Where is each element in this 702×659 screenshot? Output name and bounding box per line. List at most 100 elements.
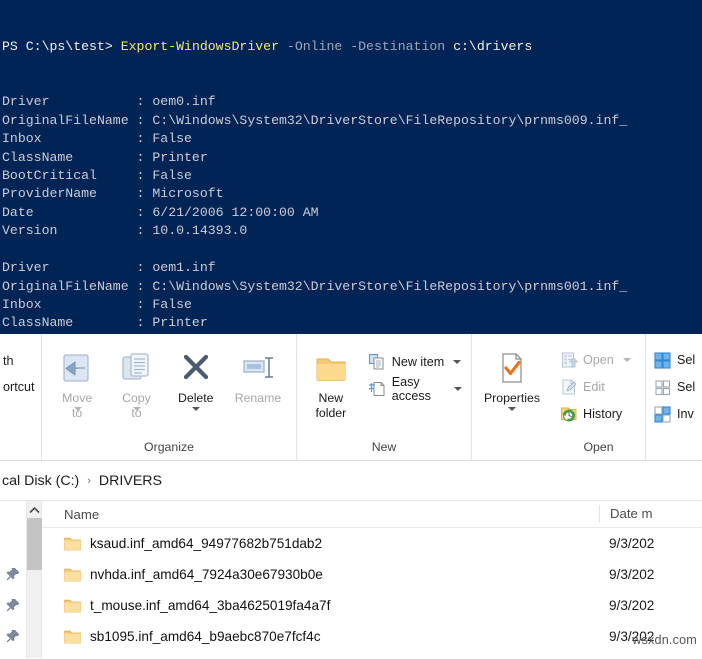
select-none-button[interactable]: Sel	[650, 375, 698, 399]
console-line	[2, 241, 702, 259]
console-line: ClassName : Printer	[2, 149, 702, 167]
file-name-cell[interactable]: t_mouse.inf_amd64_3ba4625019fa4a7f	[42, 598, 599, 613]
properties-label: Properties	[484, 391, 540, 405]
console-line	[2, 56, 702, 74]
paste-shortcut-label: ortcut	[3, 380, 35, 394]
ribbon-group-label-open: Open	[552, 438, 645, 460]
console-token-out: OriginalFileName : C:\Windows\System32\D…	[2, 113, 627, 128]
address-bar[interactable]: cal Disk (C:) › DRIVERS	[0, 461, 702, 501]
console-token-out: Driver : oem0.inf	[2, 94, 216, 109]
console-token-out: ProviderName : Microsoft	[2, 186, 224, 201]
copy-to-chevron-down-icon[interactable]	[133, 407, 141, 411]
console-line: Version : 10.0.14393.0	[2, 222, 702, 240]
ribbon-group-organize: Move to	[42, 334, 297, 460]
console-token-out: Driver : oem1.inf	[2, 260, 216, 275]
navigation-pane[interactable]	[0, 501, 26, 658]
console-output: PS C:\ps\test> Export-WindowsDriver -Onl…	[0, 37, 702, 334]
table-row[interactable]: sb1095.inf_amd64_b9aebc870e7fcf4c9/3/202	[42, 621, 702, 652]
console-token-white: PS C:\ps\test>	[2, 39, 121, 54]
delete-icon	[176, 346, 216, 390]
navigation-scrollbar[interactable]	[26, 501, 42, 658]
history-label: History	[583, 407, 622, 421]
table-row[interactable]: t_mouse.inf_amd64_3ba4625019fa4a7f9/3/20…	[42, 590, 702, 621]
file-name-cell[interactable]: sb1095.inf_amd64_b9aebc870e7fcf4c	[42, 629, 599, 644]
select-none-icon	[653, 378, 672, 397]
ribbon-group-clipboard: th ortcut	[0, 334, 42, 460]
select-all-button[interactable]: Sel	[650, 348, 698, 372]
explorer-content: Name Date m ksaud.inf_amd64_94977682b751…	[0, 501, 702, 658]
open-label: Open	[583, 353, 614, 367]
copy-path-button[interactable]: th	[0, 348, 41, 374]
scroll-up-icon[interactable]	[27, 501, 41, 518]
file-date-cell: 9/3/202	[599, 536, 702, 551]
properties-button[interactable]: Properties	[478, 342, 546, 411]
move-to-chevron-down-icon[interactable]	[74, 407, 82, 411]
console-line: OriginalFileName : C:\Windows\System32\D…	[2, 278, 702, 296]
breadcrumb-item-drive[interactable]: cal Disk (C:)	[0, 473, 81, 489]
table-row[interactable]: ksaud.inf_amd64_94977682b751dab2 9/3/202	[42, 528, 702, 559]
easy-access-button[interactable]: Easy access	[365, 377, 465, 401]
column-header-name[interactable]: Name	[42, 507, 599, 522]
file-name-label: ksaud.inf_amd64_94977682b751dab2	[90, 536, 322, 551]
console-token-out: OriginalFileName : C:\Windows\System32\D…	[2, 279, 627, 294]
file-name-cell[interactable]: nvhda.inf_amd64_7924a30e67930b0e	[42, 567, 599, 582]
new-item-button[interactable]: New item	[365, 350, 465, 374]
delete-label: Delete	[178, 391, 214, 405]
delete-button[interactable]: Delete	[167, 342, 225, 411]
console-token-white: c:\drivers	[453, 39, 532, 54]
file-name-cell[interactable]: ksaud.inf_amd64_94977682b751dab2	[42, 536, 599, 551]
easy-access-label: Easy access	[392, 375, 445, 403]
pin-icon[interactable]	[6, 629, 20, 643]
file-rows: ksaud.inf_amd64_94977682b751dab2 9/3/202 n…	[42, 528, 702, 652]
console-line	[2, 75, 702, 93]
select-none-label: Sel	[677, 380, 695, 394]
delete-chevron-down-icon[interactable]	[192, 407, 200, 411]
invert-selection-label: Inv	[677, 407, 694, 421]
folder-icon	[64, 630, 81, 644]
invert-selection-icon	[653, 405, 672, 424]
history-button[interactable]: History	[556, 402, 634, 426]
rename-button[interactable]: Rename	[226, 342, 290, 405]
open-chevron-down-icon[interactable]	[623, 358, 631, 362]
move-to-button[interactable]: Move to	[48, 342, 106, 411]
easy-access-chevron-down-icon[interactable]	[454, 387, 462, 391]
folder-icon	[64, 599, 81, 613]
console-token-out: ClassName : Printer	[2, 315, 208, 330]
scrollbar-thumb[interactable]	[27, 518, 43, 570]
copy-to-button[interactable]: Copy to	[107, 342, 165, 411]
breadcrumb-separator-icon: ›	[81, 475, 97, 487]
console-line: Inbox : False	[2, 296, 702, 314]
pin-icon[interactable]	[6, 598, 20, 612]
select-all-label: Sel	[677, 353, 695, 367]
new-item-chevron-down-icon[interactable]	[453, 360, 461, 364]
invert-selection-button[interactable]: Inv	[650, 402, 698, 426]
file-explorer-window: th ortcut M	[0, 334, 702, 659]
rename-icon	[236, 346, 280, 390]
move-to-icon	[57, 346, 97, 390]
edit-label: Edit	[583, 380, 605, 394]
file-name-label: nvhda.inf_amd64_7924a30e67930b0e	[90, 567, 323, 582]
ribbon-group-label-new: New	[297, 438, 471, 460]
console-line: BootCritical : False	[2, 167, 702, 185]
powershell-console[interactable]: PS C:\ps\test> Export-WindowsDriver -Onl…	[0, 0, 702, 334]
edit-button[interactable]: Edit	[556, 375, 634, 399]
history-icon	[559, 405, 578, 424]
console-line: Date : 6/21/2006 12:00:00 AM	[2, 204, 702, 222]
new-folder-button[interactable]: New folder	[307, 342, 355, 420]
paste-shortcut-button[interactable]: ortcut	[0, 374, 41, 400]
select-all-icon	[653, 351, 672, 370]
open-button[interactable]: Open	[556, 348, 634, 372]
properties-chevron-down-icon[interactable]	[508, 407, 516, 411]
move-to-label: Move	[62, 391, 92, 405]
rename-label: Rename	[235, 391, 281, 405]
properties-icon	[492, 346, 532, 390]
column-header-date-modified[interactable]: Date m	[599, 505, 702, 523]
breadcrumb-item-drivers[interactable]: DRIVERS	[97, 473, 164, 489]
table-row[interactable]: nvhda.inf_amd64_7924a30e67930b0e9/3/202	[42, 559, 702, 590]
pin-icon[interactable]	[6, 567, 20, 581]
copy-to-label: Copy	[122, 391, 151, 405]
console-line: OriginalFileName : C:\Windows\System32\D…	[2, 112, 702, 130]
ribbon-group-properties: Properties	[472, 334, 552, 460]
file-list-header: Name Date m	[42, 501, 702, 528]
new-folder-label: New	[319, 391, 344, 405]
